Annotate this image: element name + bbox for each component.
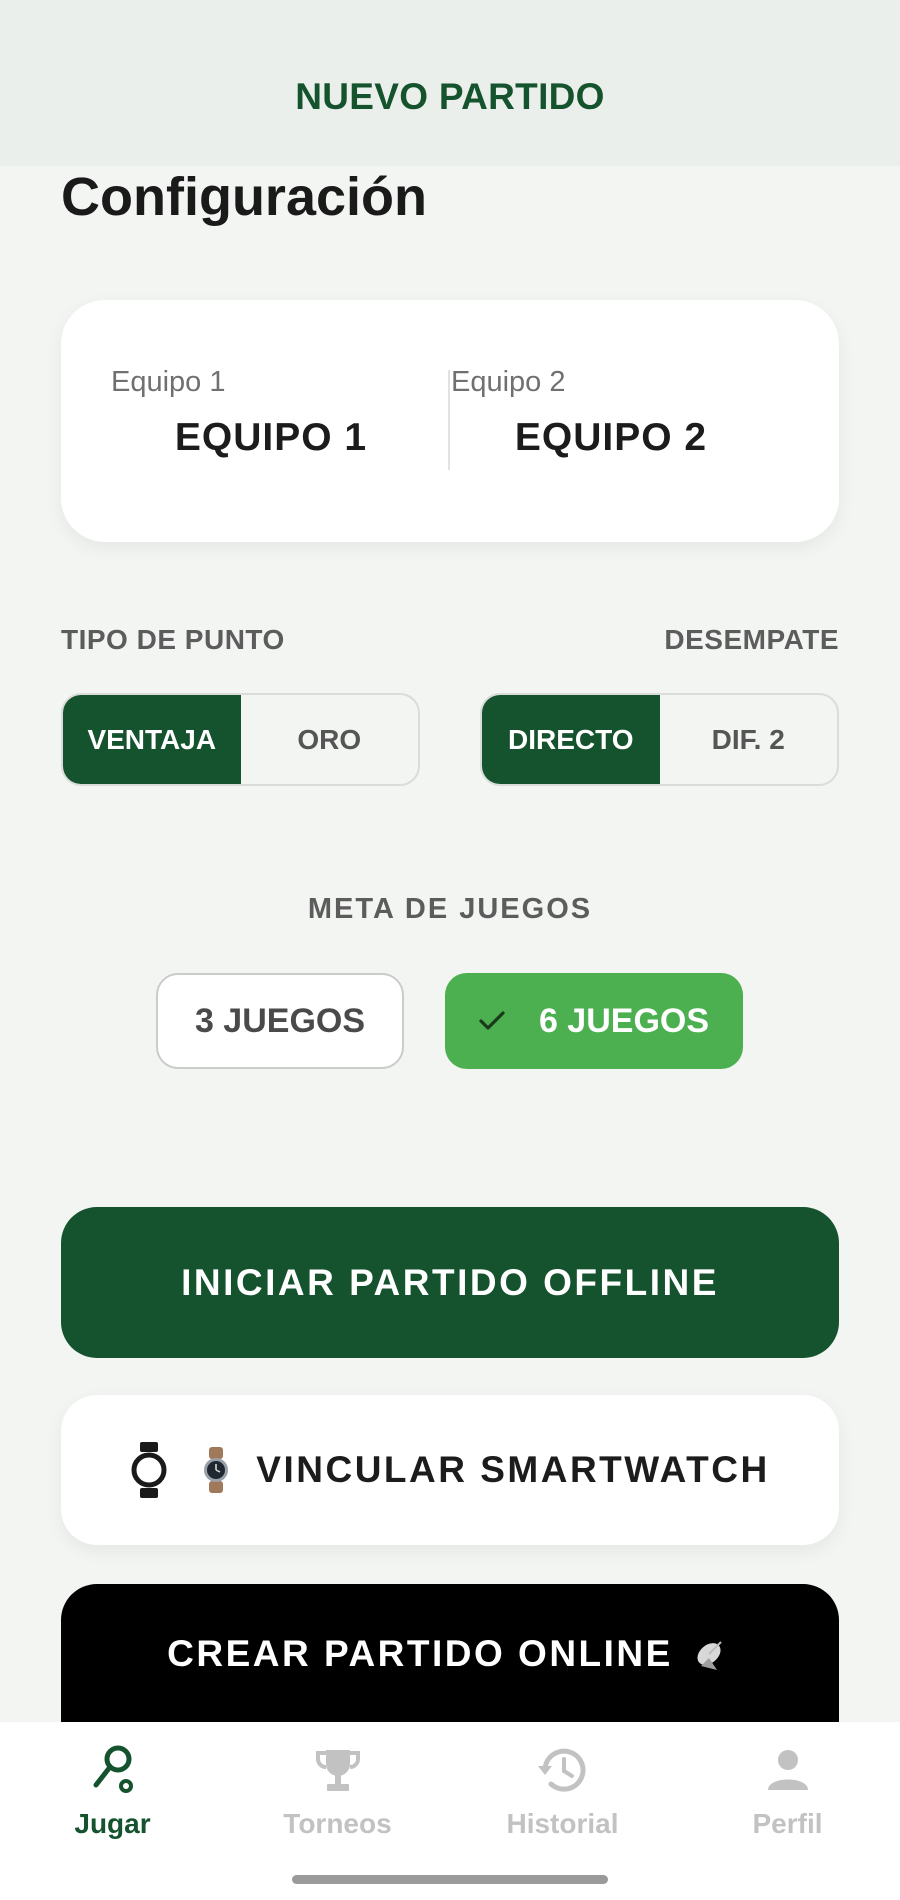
team-2-name[interactable]: EQUIPO 2	[451, 416, 771, 460]
link-smartwatch-label: VINCULAR SMARTWATCH	[256, 1449, 770, 1490]
nav-item-perfil[interactable]: Perfil	[675, 1742, 900, 1852]
page-title: NUEVO PARTIDO	[295, 76, 605, 117]
nav-item-historial[interactable]: Historial	[450, 1742, 675, 1852]
tipo-punto-option-ventaja[interactable]: VENTAJA	[63, 695, 241, 784]
desempate-option-directo[interactable]: DIRECTO	[482, 695, 660, 784]
person-icon	[767, 1750, 808, 1790]
desempate-label: DESEMPATE	[664, 624, 839, 655]
desempate-option-dif2[interactable]: DIF. 2	[660, 695, 838, 784]
section-title: Configuración	[61, 167, 427, 227]
racket-icon	[93, 1745, 133, 1793]
nav-item-torneos[interactable]: Torneos	[225, 1742, 450, 1852]
link-smartwatch-button[interactable]: VINCULAR SMARTWATCH	[61, 1395, 839, 1545]
meta-option-6-juegos[interactable]: 6 JUEGOS	[445, 973, 743, 1069]
create-online-label: CREAR PARTIDO ONLINE	[167, 1633, 673, 1674]
tipo-punto-label: TIPO DE PUNTO	[61, 624, 285, 655]
nav-label-torneos: Torneos	[283, 1808, 392, 1839]
teams-card: Equipo 1 EQUIPO 1 Equipo 2 EQUIPO 2	[61, 300, 839, 542]
satellite-dish-icon	[697, 1641, 722, 1670]
tipo-punto-toggle: VENTAJA ORO	[61, 693, 420, 786]
create-online-button[interactable]: CREAR PARTIDO ONLINE	[61, 1584, 839, 1724]
app-bar: NUEVO PARTIDO	[0, 0, 900, 166]
tipo-punto-option-oro[interactable]: ORO	[241, 695, 419, 784]
history-icon	[537, 1748, 585, 1792]
nav-label-perfil: Perfil	[752, 1808, 823, 1839]
start-offline-button[interactable]: INICIAR PARTIDO OFFLINE	[61, 1207, 839, 1358]
team-2-label: Equipo 2	[451, 366, 566, 398]
team-1-label: Equipo 1	[111, 366, 226, 398]
start-offline-label: INICIAR PARTIDO OFFLINE	[181, 1261, 719, 1303]
desempate-toggle: DIRECTO DIF. 2	[480, 693, 839, 786]
meta-option-3-label: 3 JUEGOS	[194, 1001, 366, 1040]
meta-option-3-juegos[interactable]: 3 JUEGOS	[156, 973, 404, 1069]
wristwatch-emoji-icon	[204, 1447, 229, 1493]
meta-juegos-label: META DE JUEGOS	[307, 893, 593, 925]
meta-option-6-label: 6 JUEGOS	[538, 1001, 710, 1040]
team-2-field[interactable]: Equipo 2 EQUIPO 2	[451, 300, 791, 542]
bottom-navigation: Jugar Torneos Historial Perfil	[0, 1722, 900, 1900]
nav-label-historial: Historial	[506, 1808, 619, 1839]
home-indicator[interactable]	[292, 1875, 608, 1884]
watch-icon	[131, 1442, 167, 1498]
team-1-field[interactable]: Equipo 1 EQUIPO 1	[111, 300, 451, 542]
team-divider	[448, 370, 450, 470]
nav-label-jugar: Jugar	[74, 1808, 151, 1839]
check-icon	[479, 1011, 505, 1030]
nav-item-jugar[interactable]: Jugar	[0, 1742, 225, 1852]
team-1-name[interactable]: EQUIPO 1	[111, 416, 431, 460]
trophy-icon	[315, 1750, 360, 1791]
